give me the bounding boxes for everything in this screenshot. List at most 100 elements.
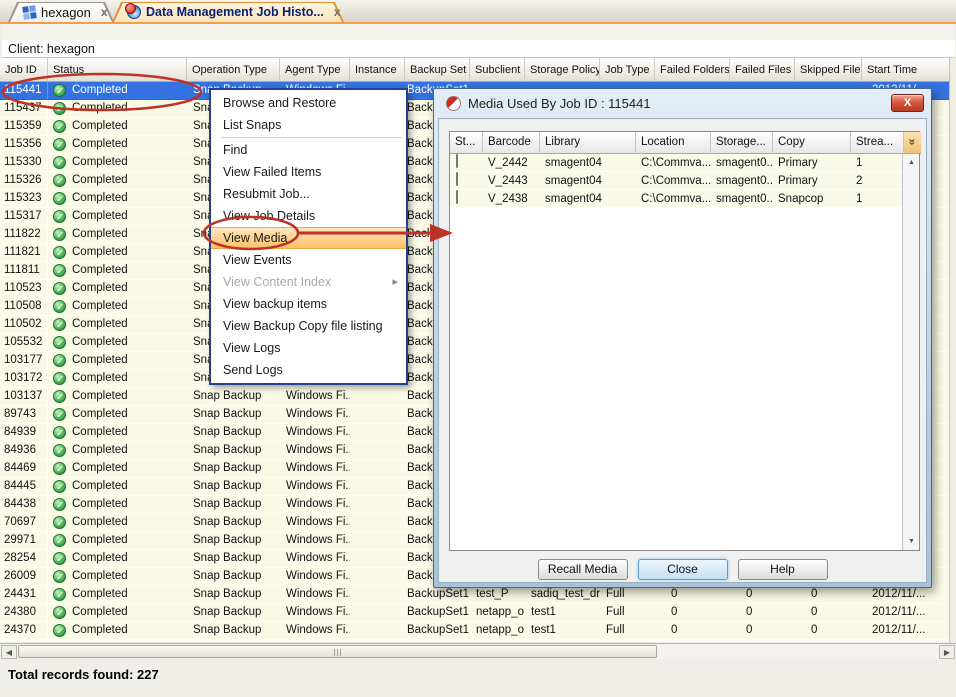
table-cell: ✓Completed	[48, 550, 187, 567]
table-cell: ✓Completed	[48, 154, 187, 171]
table-cell: smagent04	[540, 190, 636, 207]
media-column-header-strea[interactable]: Strea...	[851, 132, 904, 154]
menu-item-view-media[interactable]: View Media	[211, 227, 406, 249]
menu-item-view-backup-items[interactable]: View backup items	[211, 293, 406, 315]
column-header-storage-policy[interactable]: Storage Policy	[525, 58, 600, 82]
table-cell	[450, 154, 483, 171]
menu-item-view-job-details[interactable]: View Job Details	[211, 205, 406, 227]
table-cell	[350, 622, 405, 639]
table-cell: 2	[851, 172, 904, 189]
completed-status-icon: ✓	[53, 390, 66, 403]
media-table-header: St...BarcodeLibraryLocationStorage...Cop…	[450, 132, 919, 154]
table-cell: 0	[795, 586, 862, 603]
menu-item-browse-and-restore[interactable]: Browse and Restore	[211, 92, 406, 114]
scroll-up-icon[interactable]: ▲	[904, 156, 919, 169]
column-header-failed-folders[interactable]: Failed Folders	[655, 58, 730, 82]
media-row[interactable]: V_2443smagent04C:\Commva...smagent0...Pr…	[450, 172, 919, 190]
media-column-header-barcode[interactable]: Barcode	[483, 132, 540, 154]
table-cell: C:\Commva...	[636, 172, 711, 189]
vertical-scrollbar[interactable]	[949, 58, 956, 643]
tab-close-icon[interactable]: x	[334, 6, 341, 18]
table-cell: Windows Fi...	[280, 406, 350, 423]
client-window-icon	[22, 5, 37, 20]
table-cell	[350, 460, 405, 477]
media-row[interactable]: V_2442smagent04C:\Commva...smagent0...Pr…	[450, 154, 919, 172]
scrollbar-thumb[interactable]	[18, 645, 657, 658]
table-cell	[350, 478, 405, 495]
help-button[interactable]: Help	[738, 559, 828, 580]
table-cell: 110508	[0, 298, 48, 315]
job-row[interactable]: 24380✓CompletedSnap BackupWindows Fi...B…	[0, 604, 956, 622]
media-column-header-copy[interactable]: Copy	[773, 132, 851, 154]
job-row[interactable]: 24370✓CompletedSnap BackupWindows Fi...B…	[0, 622, 956, 640]
completed-status-icon: ✓	[53, 426, 66, 439]
column-header-operation-type[interactable]: Operation Type	[187, 58, 280, 82]
table-cell: Primary	[773, 154, 851, 171]
media-column-header-storage[interactable]: Storage...	[711, 132, 773, 154]
accent-divider	[0, 22, 956, 24]
column-header-backup-set[interactable]: Backup Set	[405, 58, 470, 82]
tab-hexagon[interactable]: hexagon x	[8, 2, 114, 22]
column-header-job-id[interactable]: Job ID	[0, 58, 48, 82]
table-cell: 2012/11/...	[862, 604, 949, 621]
table-cell: Full	[600, 622, 655, 639]
table-cell	[450, 172, 483, 189]
job-row[interactable]: 24431✓CompletedSnap BackupWindows Fi...B…	[0, 586, 956, 604]
scroll-down-icon[interactable]: ▼	[904, 535, 919, 548]
table-cell: 115326	[0, 172, 48, 189]
completed-status-icon: ✓	[53, 624, 66, 637]
column-header-status[interactable]: Status	[48, 58, 187, 82]
column-header-skipped-files[interactable]: Skipped Files	[795, 58, 862, 82]
column-header-agent-type[interactable]: Agent Type	[280, 58, 350, 82]
table-cell: Snapcop	[773, 190, 851, 207]
menu-item-send-logs[interactable]: Send Logs	[211, 359, 406, 381]
column-header-job-type[interactable]: Job Type	[600, 58, 655, 82]
menu-item-view-backup-copy-file-listing[interactable]: View Backup Copy file listing	[211, 315, 406, 337]
column-header-failed-files[interactable]: Failed Files	[730, 58, 795, 82]
table-cell: 110502	[0, 316, 48, 333]
table-cell: Snap Backup	[187, 442, 280, 459]
media-column-header-st[interactable]: St...	[450, 132, 483, 154]
table-cell: 84445	[0, 478, 48, 495]
completed-status-icon: ✓	[53, 606, 66, 619]
scroll-right-icon[interactable]: ▶	[939, 645, 955, 659]
table-cell: Windows Fi...	[280, 568, 350, 585]
table-cell: ✓Completed	[48, 244, 187, 261]
tab-close-icon[interactable]: x	[101, 6, 108, 18]
table-cell: 115359	[0, 118, 48, 135]
table-cell: Snap Backup	[187, 514, 280, 531]
tab-data-management-job-history[interactable]: Data Management Job Histo... x	[112, 2, 344, 22]
table-cell: netapp_o	[470, 622, 525, 639]
media-used-dialog: Media Used By Job ID : 115441 X St...Bar…	[433, 88, 932, 588]
tab-bar: hexagon x Data Management Job Histo... x	[0, 0, 956, 22]
media-column-header-library[interactable]: Library	[540, 132, 636, 154]
recall-media-button[interactable]: Recall Media	[538, 559, 628, 580]
menu-item-view-events[interactable]: View Events	[211, 249, 406, 271]
menu-item-list-snaps[interactable]: List Snaps	[211, 114, 406, 136]
media-row[interactable]: V_2438smagent04C:\Commva...smagent0...Sn…	[450, 190, 919, 208]
table-cell: 115330	[0, 154, 48, 171]
dialog-close-button[interactable]: X	[891, 94, 924, 112]
horizontal-scrollbar[interactable]: ◀ ▶	[0, 643, 956, 659]
dialog-vertical-scrollbar[interactable]: ▲ ▼	[902, 154, 919, 550]
column-header-instance[interactable]: Instance	[350, 58, 405, 82]
menu-item-view-failed-items[interactable]: View Failed Items	[211, 161, 406, 183]
job-history-window: hexagon x Data Management Job Histo... x…	[0, 0, 956, 697]
table-cell: ✓Completed	[48, 568, 187, 585]
menu-item-view-logs[interactable]: View Logs	[211, 337, 406, 359]
column-chooser-button[interactable]: »	[904, 132, 921, 154]
media-column-header-location[interactable]: Location	[636, 132, 711, 154]
scroll-left-icon[interactable]: ◀	[1, 645, 17, 659]
table-cell: ✓Completed	[48, 100, 187, 117]
table-cell: Windows Fi...	[280, 514, 350, 531]
table-cell: ✓Completed	[48, 226, 187, 243]
menu-item-resubmit-job[interactable]: Resubmit Job...	[211, 183, 406, 205]
table-cell: ✓Completed	[48, 316, 187, 333]
table-cell: BackupSet1	[405, 604, 470, 621]
close-button[interactable]: Close	[638, 559, 728, 580]
column-header-start-time[interactable]: Start Time	[862, 58, 956, 82]
table-cell: V_2442	[483, 154, 540, 171]
table-cell: ✓Completed	[48, 478, 187, 495]
column-header-subclient[interactable]: Subclient	[470, 58, 525, 82]
menu-item-find[interactable]: Find	[211, 139, 406, 161]
